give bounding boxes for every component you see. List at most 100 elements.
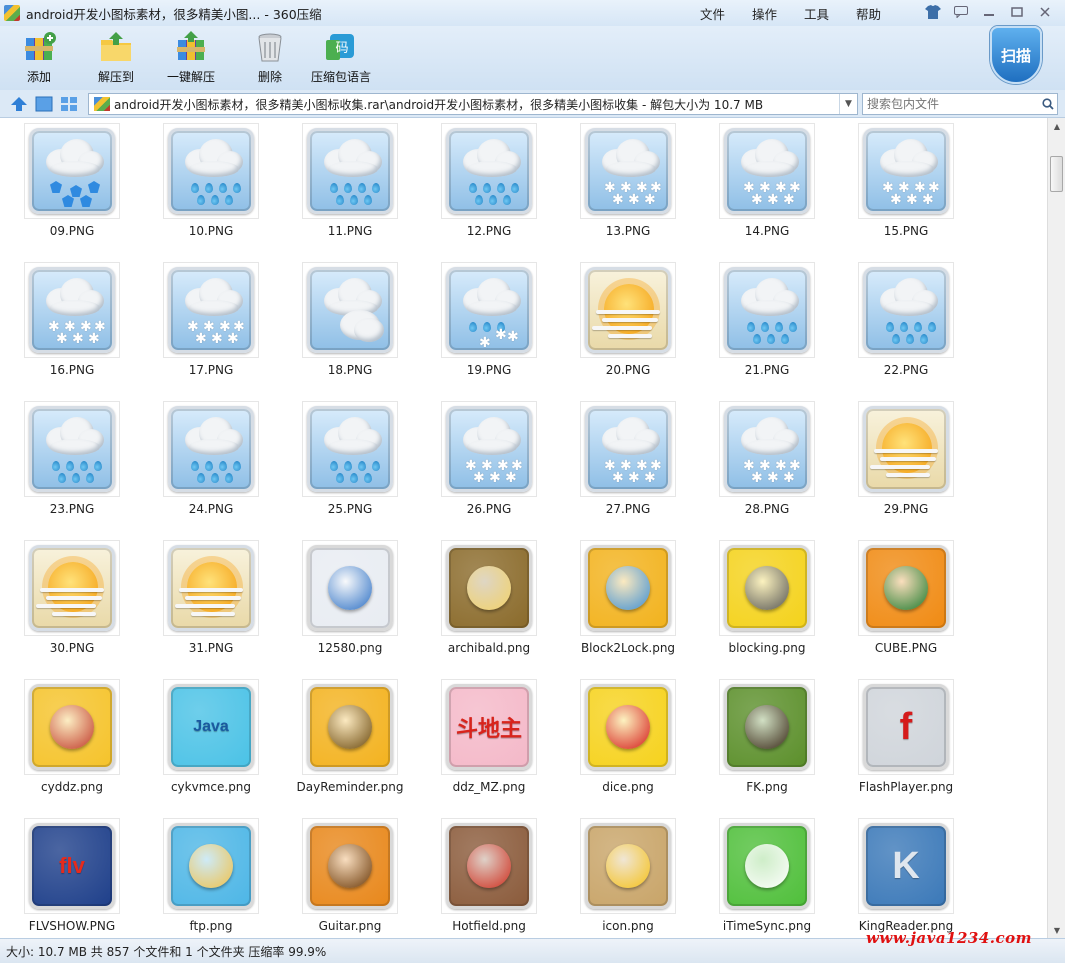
raindrop-shape — [336, 473, 344, 483]
up-arrow-icon[interactable] — [10, 96, 28, 112]
file-name: 16.PNG — [49, 363, 95, 377]
file-item[interactable]: 09.PNG — [24, 123, 120, 241]
haze-bar — [185, 596, 241, 600]
vertical-scrollbar[interactable]: ▲ ▼ — [1047, 118, 1065, 938]
weather-snow-icon: ✱ ✱ ✱ ✱ ✱ ✱ ✱ — [724, 406, 810, 492]
file-item[interactable]: ftp.png — [163, 818, 259, 936]
delete-button[interactable]: 删除 — [253, 30, 287, 85]
file-item[interactable]: 23.PNG — [24, 401, 120, 519]
file-item[interactable]: blocking.png — [719, 540, 815, 658]
file-item[interactable]: Java cykvmce.png — [163, 679, 259, 797]
file-thumbnail: K — [858, 818, 954, 914]
raindrop-shape — [197, 195, 205, 205]
file-item[interactable]: 斗地主 ddz_MZ.png — [441, 679, 537, 797]
menu-tools[interactable]: 工具 — [804, 4, 856, 23]
ftp-app-icon — [168, 823, 254, 909]
menu-help[interactable]: 帮助 — [856, 4, 908, 23]
file-item[interactable]: 29.PNG — [858, 401, 954, 519]
snowflake-shape: ✱ — [612, 470, 624, 486]
scroll-up-icon[interactable]: ▲ — [1048, 118, 1065, 134]
weather-sun-haze-icon — [29, 545, 115, 631]
archive-language-button[interactable]: 码 压缩包语言 — [311, 30, 371, 85]
search-icon[interactable] — [1039, 98, 1057, 110]
file-item[interactable]: ✱ ✱ ✱ ✱ ✱ ✱ ✱ 26.PNG — [441, 401, 537, 519]
file-item[interactable]: ✱ ✱ ✱ ✱ ✱ ✱ ✱ 17.PNG — [163, 262, 259, 380]
file-item[interactable]: icon.png — [580, 818, 676, 936]
file-item[interactable]: 31.PNG — [163, 540, 259, 658]
file-item[interactable]: ✱ ✱ ✱ ✱ ✱ ✱ ✱ 28.PNG — [719, 401, 815, 519]
scroll-down-icon[interactable]: ▼ — [1048, 922, 1065, 938]
itimesync-app-icon — [724, 823, 810, 909]
file-name: 29.PNG — [883, 502, 929, 516]
path-field[interactable]: android开发小图标素材，很多精美小图标收集.rar\android开发小图… — [88, 93, 858, 115]
file-item[interactable]: 12580.png — [302, 540, 398, 658]
search-input[interactable] — [863, 97, 1039, 111]
one-click-extract-icon — [174, 30, 208, 64]
file-item[interactable]: Block2Lock.png — [580, 540, 676, 658]
file-thumbnail: f — [858, 679, 954, 775]
file-item[interactable]: iTimeSync.png — [719, 818, 815, 936]
file-item[interactable]: 24.PNG — [163, 401, 259, 519]
file-item[interactable]: 30.PNG — [24, 540, 120, 658]
snowflake-shape: ✱ — [507, 329, 519, 345]
feedback-icon[interactable] — [949, 3, 973, 21]
extract-to-button[interactable]: 解压到 — [98, 30, 134, 85]
close-icon[interactable] — [1033, 3, 1057, 21]
one-click-extract-button[interactable]: 一键解压 — [167, 30, 215, 85]
weather-sun-haze-icon — [585, 267, 671, 353]
skin-icon[interactable] — [921, 3, 945, 21]
file-item[interactable]: 20.PNG — [580, 262, 676, 380]
file-item[interactable]: K KingReader.png — [858, 818, 954, 936]
fk-app-icon — [724, 684, 810, 770]
file-item[interactable]: ✱ ✱ ✱ ✱ ✱ ✱ ✱ 16.PNG — [24, 262, 120, 380]
file-item[interactable]: ✱ ✱ ✱ ✱ ✱ ✱ ✱ 13.PNG — [580, 123, 676, 241]
minimize-icon[interactable] — [977, 3, 1001, 21]
scan-button[interactable]: 扫描 — [990, 26, 1046, 86]
large-icons-view-icon[interactable] — [35, 96, 53, 112]
file-name: Guitar.png — [318, 919, 382, 933]
file-item[interactable]: flv FLVSHOW.PNG — [24, 818, 120, 936]
menu-bar: 文件 操作 工具 帮助 — [700, 4, 908, 23]
menu-operate[interactable]: 操作 — [752, 4, 804, 23]
hotfield-app-icon — [446, 823, 532, 909]
file-item[interactable]: archibald.png — [441, 540, 537, 658]
file-item[interactable]: dice.png — [580, 679, 676, 797]
maximize-icon[interactable] — [1005, 3, 1029, 21]
file-item[interactable]: Guitar.png — [302, 818, 398, 936]
file-item[interactable]: 22.PNG — [858, 262, 954, 380]
guitar-app-icon — [307, 823, 393, 909]
file-item[interactable]: ✱ ✱ ✱ ✱ ✱ ✱ ✱ 14.PNG — [719, 123, 815, 241]
app-icon-text: f — [899, 705, 913, 748]
file-item[interactable]: cyddz.png — [24, 679, 120, 797]
snowflake-shape: ✱ — [495, 327, 507, 343]
raindrop-shape — [225, 473, 233, 483]
file-item[interactable]: ✱ ✱ ✱ 19.PNG — [441, 262, 537, 380]
archive-language-label: 压缩包语言 — [311, 70, 372, 84]
delete-label: 删除 — [257, 70, 282, 84]
block2lock-app-icon — [585, 545, 671, 631]
chevron-down-icon[interactable]: ▼ — [839, 94, 857, 114]
file-item[interactable]: 10.PNG — [163, 123, 259, 241]
menu-file[interactable]: 文件 — [700, 4, 752, 23]
app-emblem-shape — [328, 844, 372, 888]
add-button[interactable]: 添加 — [22, 30, 56, 85]
file-item[interactable]: CUBE.PNG — [858, 540, 954, 658]
icon-app-icon — [585, 823, 671, 909]
file-item[interactable]: ✱ ✱ ✱ ✱ ✱ ✱ ✱ 15.PNG — [858, 123, 954, 241]
raindrop-shape — [497, 183, 505, 193]
file-item[interactable]: 12.PNG — [441, 123, 537, 241]
file-item[interactable]: ✱ ✱ ✱ ✱ ✱ ✱ ✱ 27.PNG — [580, 401, 676, 519]
file-item[interactable]: FK.png — [719, 679, 815, 797]
file-item[interactable]: 11.PNG — [302, 123, 398, 241]
file-item[interactable]: 21.PNG — [719, 262, 815, 380]
file-item[interactable]: 18.PNG — [302, 262, 398, 380]
scrollbar-thumb[interactable] — [1050, 156, 1063, 192]
snowflake-shape: ✱ — [922, 192, 934, 208]
file-item[interactable]: 25.PNG — [302, 401, 398, 519]
file-name: 11.PNG — [327, 224, 373, 238]
details-view-icon[interactable] — [60, 96, 78, 112]
snowflake-shape: ✱ — [211, 331, 223, 347]
file-item[interactable]: DayReminder.png — [297, 679, 404, 797]
file-item[interactable]: f FlashPlayer.png — [858, 679, 954, 797]
file-item[interactable]: Hotfield.png — [441, 818, 537, 936]
